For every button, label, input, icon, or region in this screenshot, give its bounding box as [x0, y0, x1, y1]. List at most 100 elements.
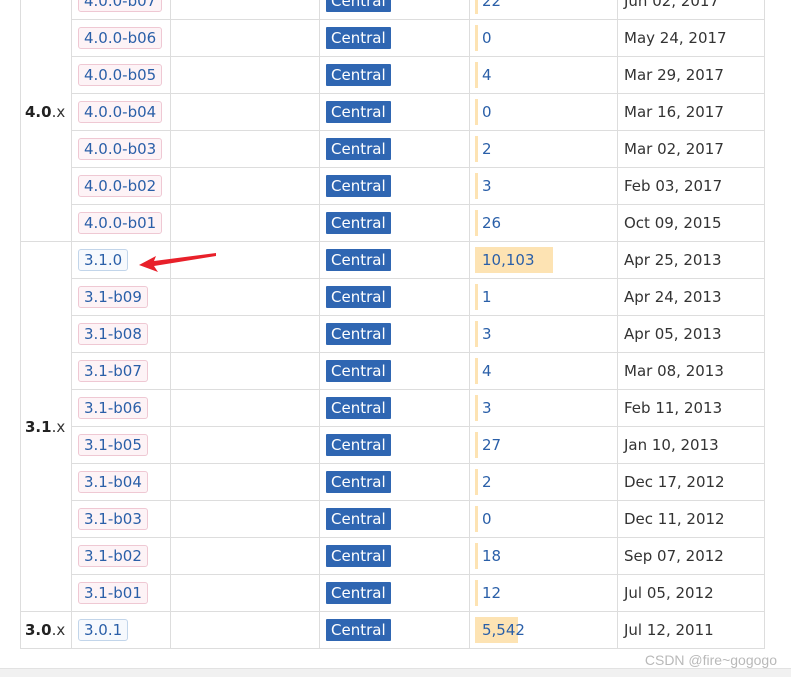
version-group-cell: 4.0.x — [20, 0, 72, 242]
version-link[interactable]: 4.0.0-b03 — [78, 138, 163, 160]
table-row: 4.0.0-b01 Central 26 Oct 09, 2015 — [21, 204, 765, 242]
release-date-cell: Jun 02, 2017 — [617, 0, 765, 20]
usage-meter: 27 — [475, 432, 611, 458]
vulnerabilities-cell — [170, 426, 320, 464]
usages-cell: 18 — [469, 537, 618, 575]
repository-central-link[interactable]: Central — [326, 249, 391, 271]
repository-central-link[interactable]: Central — [326, 101, 391, 123]
version-link[interactable]: 4.0.0-b04 — [78, 101, 163, 123]
table-row: 3.1-b04 Central 2 Dec 17, 2012 — [21, 463, 765, 501]
usages-link[interactable]: 4 — [475, 362, 492, 380]
version-link[interactable]: 4.0.0-b01 — [78, 212, 163, 234]
repository-central-link[interactable]: Central — [326, 545, 391, 567]
table-row: 3.1-b06 Central 3 Feb 11, 2013 — [21, 389, 765, 427]
release-date-cell: Mar 02, 2017 — [617, 130, 765, 168]
vulnerabilities-cell — [170, 278, 320, 316]
version-link[interactable]: 3.1-b04 — [78, 471, 148, 493]
version-link[interactable]: 3.1-b07 — [78, 360, 148, 382]
repository-cell: Central — [319, 537, 470, 575]
version-link[interactable]: 4.0.0-b05 — [78, 64, 163, 86]
usages-link[interactable]: 0 — [475, 29, 492, 47]
version-link[interactable]: 3.1-b02 — [78, 545, 148, 567]
repository-central-link[interactable]: Central — [326, 212, 391, 234]
usages-cell: 4 — [469, 56, 618, 94]
usages-link[interactable]: 10,103 — [475, 251, 535, 269]
usages-link[interactable]: 4 — [475, 66, 492, 84]
usages-link[interactable]: 3 — [475, 325, 492, 343]
repository-cell: Central — [319, 19, 470, 57]
version-link[interactable]: 3.1-b03 — [78, 508, 148, 530]
vulnerabilities-cell — [170, 389, 320, 427]
version-cell: 4.0.0-b05 — [71, 56, 171, 94]
table-row: 4.0.0-b05 Central 4 Mar 29, 2017 — [21, 56, 765, 94]
repository-central-link[interactable]: Central — [326, 286, 391, 308]
release-date-cell: Jul 12, 2011 — [617, 611, 765, 649]
usages-link[interactable]: 12 — [475, 584, 501, 602]
horizontal-scrollbar[interactable] — [0, 668, 791, 677]
vulnerabilities-cell — [170, 463, 320, 501]
usages-link[interactable]: 5,542 — [475, 621, 525, 639]
version-cell: 3.1-b07 — [71, 352, 171, 390]
usages-cell: 5,542 — [469, 611, 618, 649]
version-link[interactable]: 4.0.0-b07 — [78, 0, 163, 12]
version-link[interactable]: 3.0.1 — [78, 619, 129, 641]
usages-link[interactable]: 0 — [475, 103, 492, 121]
repository-cell: Central — [319, 56, 470, 94]
usages-link[interactable]: 27 — [475, 436, 501, 454]
version-link[interactable]: 3.1.0 — [78, 249, 129, 271]
version-link[interactable]: 3.1-b05 — [78, 434, 148, 456]
version-link[interactable]: 4.0.0-b06 — [78, 27, 163, 49]
repository-central-link[interactable]: Central — [326, 582, 391, 604]
table-row: 3.1-b02 Central 18 Sep 07, 2012 — [21, 537, 765, 575]
version-cell: 4.0.0-b03 — [71, 130, 171, 168]
usages-link[interactable]: 18 — [475, 547, 501, 565]
repository-central-link[interactable]: Central — [326, 175, 391, 197]
usage-meter: 10,103 — [475, 247, 611, 273]
vulnerabilities-cell — [170, 130, 320, 168]
usages-link[interactable]: 3 — [475, 177, 492, 195]
repository-central-link[interactable]: Central — [326, 434, 391, 456]
version-cell: 3.1-b03 — [71, 500, 171, 538]
usages-cell: 10,103 — [469, 241, 618, 279]
repository-central-link[interactable]: Central — [326, 397, 391, 419]
repository-central-link[interactable]: Central — [326, 138, 391, 160]
usages-link[interactable]: 0 — [475, 510, 492, 528]
version-link[interactable]: 3.1-b08 — [78, 323, 148, 345]
repository-cell: Central — [319, 241, 470, 279]
repository-cell: Central — [319, 204, 470, 242]
repository-central-link[interactable]: Central — [326, 27, 391, 49]
usages-link[interactable]: 1 — [475, 288, 492, 306]
repository-central-link[interactable]: Central — [326, 619, 391, 641]
usage-meter: 22 — [475, 0, 611, 14]
release-date-cell: May 24, 2017 — [617, 19, 765, 57]
repository-cell: Central — [319, 389, 470, 427]
repository-cell: Central — [319, 93, 470, 131]
usages-cell: 3 — [469, 167, 618, 205]
repository-central-link[interactable]: Central — [326, 471, 391, 493]
vulnerabilities-cell — [170, 241, 320, 279]
version-link[interactable]: 3.1-b01 — [78, 582, 148, 604]
repository-central-link[interactable]: Central — [326, 64, 391, 86]
usages-link[interactable]: 2 — [475, 140, 492, 158]
usages-link[interactable]: 3 — [475, 399, 492, 417]
table-row: 3.0.x 3.0.1 Central 5,542 Jul 12, 2011 — [20, 611, 765, 649]
repository-central-link[interactable]: Central — [326, 323, 391, 345]
vulnerabilities-cell — [170, 167, 320, 205]
usages-link[interactable]: 22 — [475, 0, 501, 10]
table-row: 4.0.0-b06 Central 0 May 24, 2017 — [21, 19, 765, 57]
version-link[interactable]: 4.0.0-b02 — [78, 175, 163, 197]
usage-meter: 3 — [475, 173, 611, 199]
repository-central-link[interactable]: Central — [326, 508, 391, 530]
usages-link[interactable]: 2 — [475, 473, 492, 491]
vulnerabilities-cell — [170, 204, 320, 242]
version-group-suffix: .x — [51, 103, 66, 121]
usage-meter: 2 — [475, 136, 611, 162]
version-link[interactable]: 3.1-b06 — [78, 397, 148, 419]
release-date-cell: Sep 07, 2012 — [617, 537, 765, 575]
repository-central-link[interactable]: Central — [326, 360, 391, 382]
repository-cell: Central — [319, 574, 470, 612]
version-link[interactable]: 3.1-b09 — [78, 286, 148, 308]
repository-central-link[interactable]: Central — [326, 0, 391, 12]
vulnerabilities-cell — [170, 611, 320, 649]
usages-link[interactable]: 26 — [475, 214, 501, 232]
